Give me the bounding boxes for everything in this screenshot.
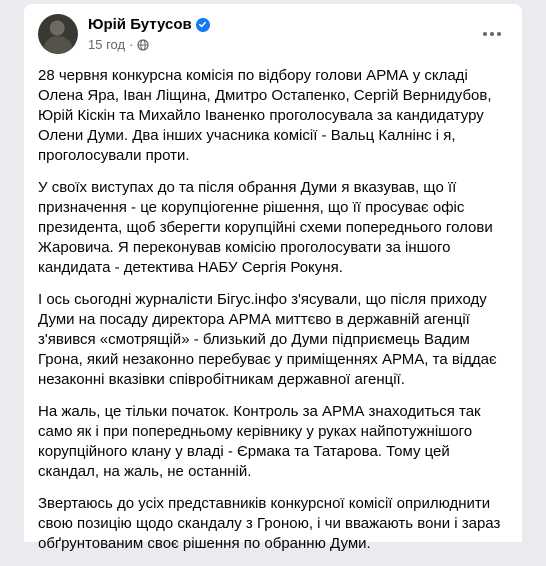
post-header: Юрій Бутусов 15 год · [38,14,512,60]
post-timestamp[interactable]: 15 год [88,37,125,52]
post-card: Юрій Бутусов 15 год · 28 червня конкурсн… [24,4,522,552]
verified-badge-icon [195,17,210,32]
author-name[interactable]: Юрій Бутусов [88,16,192,33]
author-row: Юрій Бутусов [88,16,210,33]
more-dot [483,32,487,36]
more-options-icon[interactable] [482,24,502,44]
post-paragraph: Звертаюсь до усіх представників конкурсн… [38,495,501,552]
more-dot [490,32,494,36]
avatar-figure [44,36,72,54]
post-paragraph: 28 червня конкурсна комісія по відбору г… [38,67,492,164]
avatar[interactable] [38,14,78,54]
post-meta: 15 год · [88,37,150,52]
meta-separator: · [129,37,134,52]
post-paragraph: На жаль, це тільки початок. Контроль за … [38,403,481,480]
post-paragraph: І ось сьогодні журналісти Бігус.інфо з'я… [38,291,497,388]
more-dot [497,32,501,36]
post-paragraph: У своїх виступах до та після обрання Дум… [38,179,493,276]
globe-icon[interactable] [137,38,150,51]
post-body: 28 червня конкурсна комісія по відбору г… [38,66,510,566]
